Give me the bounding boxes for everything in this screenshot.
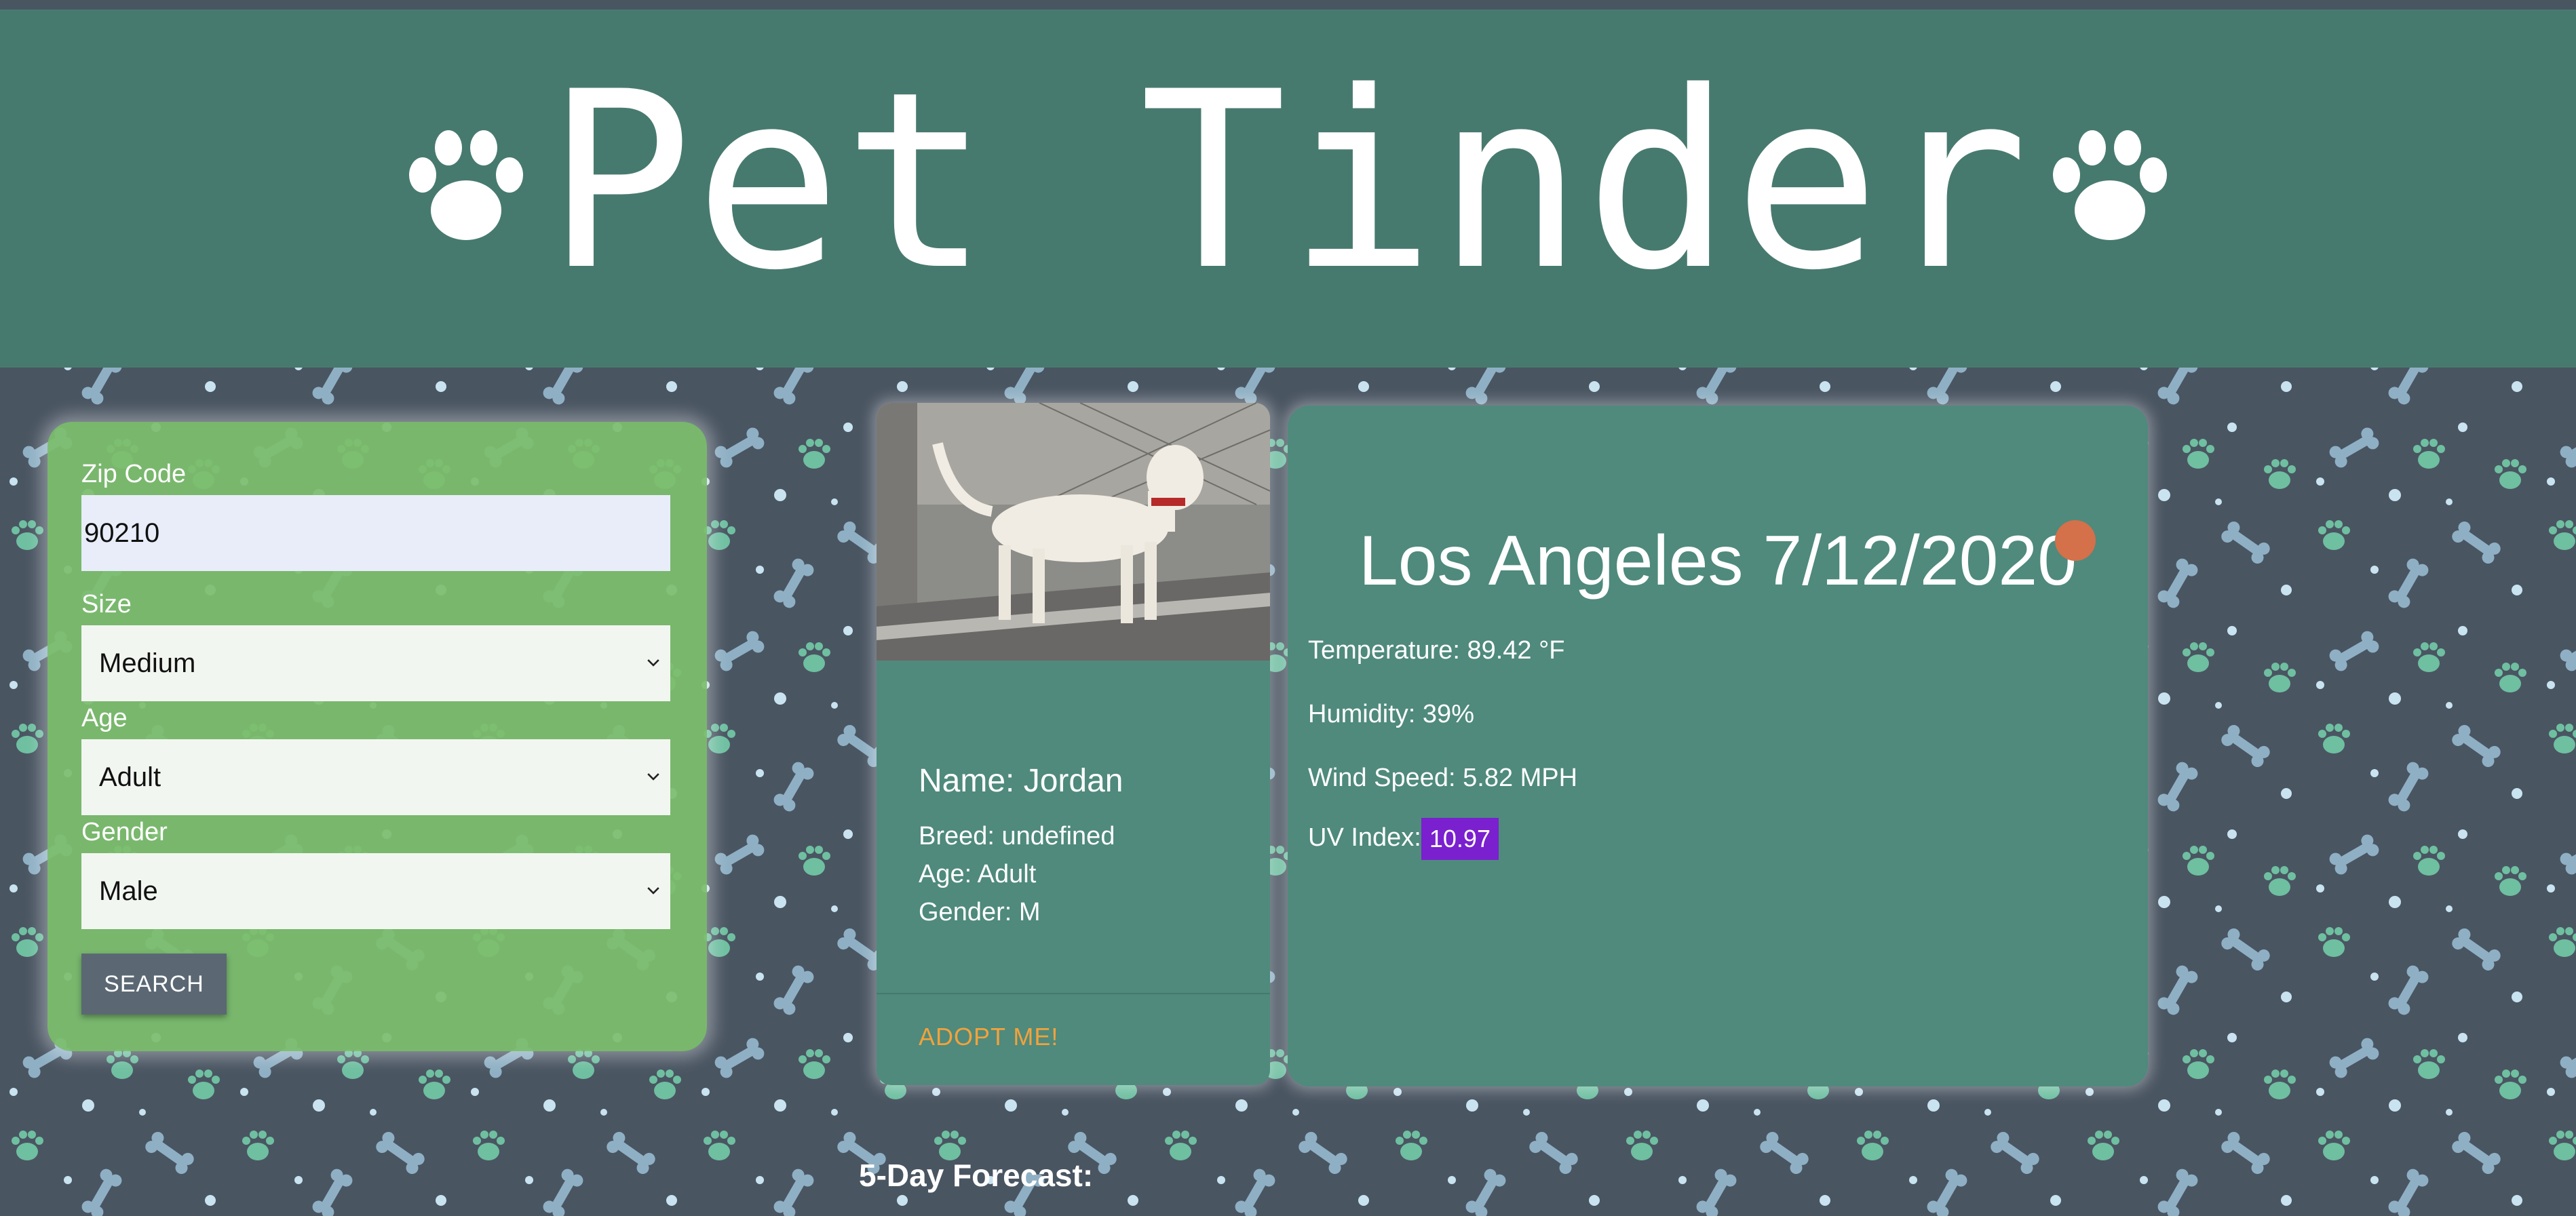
humidity: Humidity: 39% [1308, 700, 1474, 728]
adopt-me-link[interactable]: ADOPT ME! [919, 1023, 1058, 1051]
uv-index-badge: 10.97 [1421, 818, 1499, 860]
zip-code-input[interactable]: 90210 [81, 495, 670, 571]
pet-photo [877, 403, 1270, 661]
paw-icon [408, 130, 523, 240]
age-select[interactable]: Adult [81, 739, 670, 815]
size-select[interactable]: Medium [81, 625, 670, 701]
size-value: Medium [99, 648, 196, 678]
age-value: Adult [99, 762, 161, 792]
pet-breed: Breed: undefined [919, 822, 1115, 850]
size-label: Size [81, 590, 132, 619]
sun-icon [2055, 520, 2096, 561]
zip-code-label: Zip Code [81, 460, 187, 488]
pet-gender: Gender: M [919, 898, 1041, 926]
search-button[interactable]: SEARCH [81, 954, 227, 1015]
pet-card: Name: Jordan Breed: undefined Age: Adult… [877, 403, 1270, 1085]
weather-card: Los Angeles 7/12/2020 Temperature: 89.42… [1288, 406, 2148, 1086]
chevron-down-icon [647, 887, 659, 895]
header-banner: Pet Tinder [0, 9, 2576, 368]
age-label: Age [81, 704, 128, 732]
search-panel: Zip Code 90210 Size Medium Age Adult Gen… [47, 422, 707, 1051]
wind-speed: Wind Speed: 5.82 MPH [1308, 764, 1578, 792]
uv-index-label: UV Index: [1308, 823, 1421, 852]
chevron-down-icon [647, 659, 659, 667]
gender-value: Male [99, 876, 158, 906]
pet-age: Age: Adult [919, 860, 1037, 888]
city-date-heading: Los Angeles 7/12/2020 [1358, 522, 2077, 600]
title-wrap: Pet Tinder [398, 60, 2178, 311]
uv-index-row: UV Index: 10.97 [1308, 818, 1499, 860]
forecast-heading: 5-Day Forecast: [859, 1158, 1094, 1193]
card-divider [877, 993, 1270, 994]
paw-icon [2053, 130, 2168, 240]
pet-name: Name: Jordan [919, 763, 1123, 799]
gender-label: Gender [81, 818, 168, 846]
zip-code-value: 90210 [84, 517, 160, 548]
temperature: Temperature: 89.42 °F [1308, 636, 1565, 665]
page-title: Pet Tinder [545, 39, 2031, 323]
chevron-down-icon [647, 773, 659, 781]
gender-select[interactable]: Male [81, 853, 670, 929]
